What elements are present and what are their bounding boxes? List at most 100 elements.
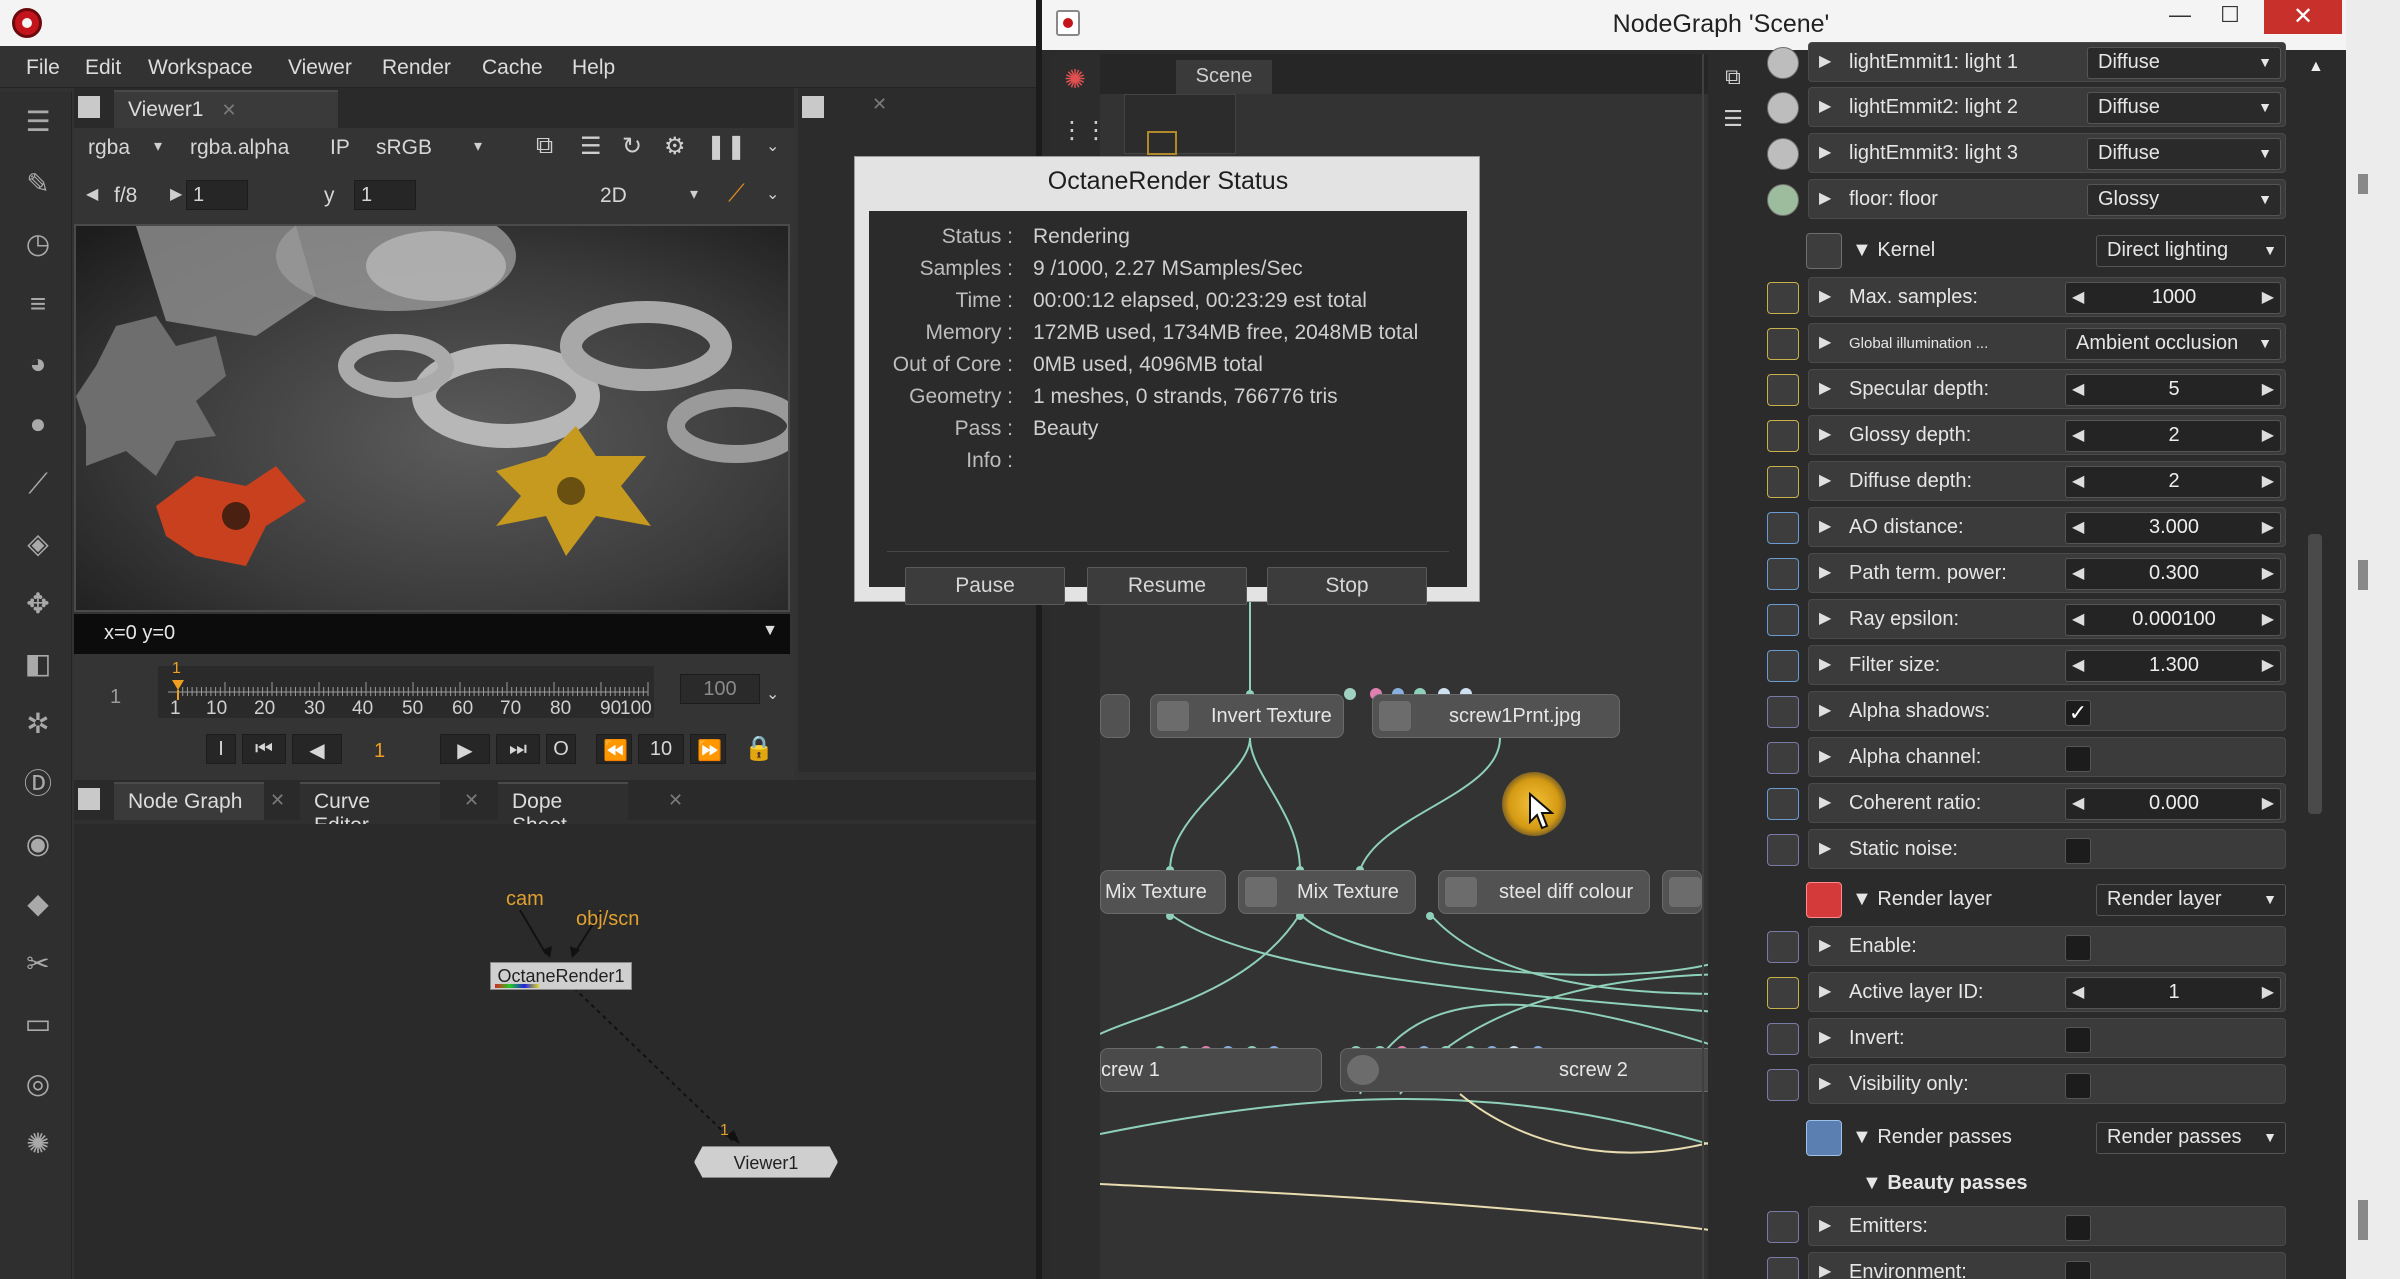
scene-node-steel-diff-colour[interactable]: steel diff colour [1438, 870, 1650, 914]
scroll-up-icon[interactable]: ▲ [2308, 58, 2324, 76]
circle-icon[interactable]: ● [22, 408, 54, 440]
pause-button[interactable]: Pause [905, 567, 1065, 605]
kernel-section-header[interactable]: ▼ Kernel Direct lighting ▼ [1806, 231, 2330, 271]
render-layer-dropdown[interactable]: Render layer ▼ [2096, 884, 2286, 916]
close-icon[interactable]: ✕ [464, 790, 479, 811]
swirl-icon[interactable]: ✺ [22, 1128, 54, 1160]
value-spinner[interactable]: ◀ 0.000100 ▶ [2065, 604, 2281, 636]
increment-icon[interactable]: ▶ [2262, 793, 2274, 813]
frame-start[interactable]: 1 [110, 686, 121, 709]
expand-icon[interactable]: ▶ [1819, 188, 1831, 208]
menu-cache[interactable]: Cache [482, 56, 543, 80]
close-icon[interactable]: ✕ [872, 94, 887, 115]
edge-handle[interactable] [2358, 1200, 2368, 1240]
property-row[interactable]: ▶ Glossy depth: ◀ 2 ▶ [1767, 415, 2286, 455]
value-spinner[interactable]: ◀ 1.300 ▶ [2065, 650, 2281, 682]
scene-node-invert-texture[interactable]: Invert Texture [1150, 694, 1344, 738]
ip-toggle[interactable]: IP [330, 136, 350, 160]
increment-icon[interactable]: ▶ [2262, 563, 2274, 583]
maximize-button[interactable]: ☐ [2210, 2, 2250, 32]
refresh-icon[interactable]: ↻ [622, 132, 642, 161]
scene-node-mix-texture-2[interactable]: Mix Texture [1238, 870, 1416, 914]
tab-curve-editor[interactable]: Curve Editor [300, 782, 440, 837]
parameter-checkbox[interactable] [2065, 1073, 2091, 1099]
value-spinner[interactable]: ◀ 1000 ▶ [2065, 282, 2281, 314]
property-row[interactable]: ▶ Specular depth: ◀ 5 ▶ [1767, 369, 2286, 409]
menu-render[interactable]: Render [382, 56, 451, 80]
channels-select[interactable]: rgba [88, 136, 130, 160]
menu-viewer[interactable]: Viewer [288, 56, 352, 80]
expand-icon[interactable]: ▶ [1819, 608, 1831, 628]
render-layer-section-header[interactable]: ▼ Render layer Render layer ▼ [1806, 880, 2330, 920]
scene-node-mix-texture-1[interactable]: Mix Texture [1100, 870, 1226, 914]
panel-grip[interactable] [802, 96, 824, 118]
value-spinner[interactable]: ◀ 0.000 ▶ [2065, 788, 2281, 820]
value-spinner[interactable]: ◀ 3.000 ▶ [2065, 512, 2281, 544]
nodegraph-canvas[interactable]: cam obj/scn OctaneRender1 1 Viewer1 [74, 824, 1036, 1279]
viewer1-node[interactable]: Viewer1 [694, 1146, 838, 1178]
prev-keyframe-icon[interactable]: ⏮ [242, 734, 286, 764]
transform-icon[interactable]: ✥ [22, 588, 54, 620]
list-icon[interactable]: ☰ [580, 132, 602, 161]
tools-icon[interactable]: ✂ [22, 948, 54, 980]
octane-render-node[interactable]: OctaneRender1 [490, 962, 632, 990]
expand-icon[interactable]: ▶ [1819, 378, 1831, 398]
parameter-checkbox[interactable] [2065, 838, 2091, 864]
panel-grip[interactable] [78, 96, 100, 118]
expand-icon[interactable]: ▶ [1819, 424, 1831, 444]
expand-icon[interactable]: ▶ [1819, 792, 1831, 812]
close-icon[interactable]: ✕ [270, 790, 285, 811]
property-row[interactable]: ▶ Global illumination ... Ambient occlusio… [1767, 323, 2286, 363]
in-point-button[interactable]: I [206, 734, 236, 764]
wand-icon[interactable]: ⟋ [728, 180, 745, 208]
menu-file[interactable]: File [26, 56, 60, 80]
channel-icon[interactable]: ≡ [22, 288, 54, 320]
property-row[interactable]: ▶ Diffuse depth: ◀ 2 ▶ [1767, 461, 2286, 501]
increment-icon[interactable]: ▶ [2262, 609, 2274, 629]
parameter-checkbox[interactable] [2065, 935, 2091, 961]
out-point-button[interactable]: O [546, 734, 576, 764]
expand-icon[interactable]: ▶ [1819, 1073, 1831, 1093]
property-row[interactable]: ▶ Environment: [1767, 1252, 2286, 1279]
property-row[interactable]: ▶ Coherent ratio: ◀ 0.000 ▶ [1767, 783, 2286, 823]
property-row[interactable]: ▶ Filter size: ◀ 1.300 ▶ [1767, 645, 2286, 685]
value-spinner[interactable]: ◀ 1 ▶ [2065, 977, 2281, 1009]
light-row[interactable]: ▶ floor: floor Glossy ▼ [1767, 179, 2286, 219]
skip-forward-icon[interactable]: ⏩ [690, 734, 726, 764]
expand-icon[interactable]: ▶ [1819, 96, 1831, 116]
octane-icon[interactable]: ◎ [22, 1068, 54, 1100]
parameter-checkbox[interactable] [2065, 1027, 2091, 1053]
chevron-left-icon[interactable]: ◀ [86, 184, 98, 204]
chevron-double-down-icon[interactable]: ⌄ [766, 184, 779, 204]
tab-node-graph[interactable]: Node Graph [114, 782, 264, 820]
light-type-dropdown[interactable]: Diffuse ▼ [2087, 138, 2281, 170]
expand-icon[interactable]: ▶ [1819, 332, 1831, 352]
increment-icon[interactable]: ▶ [2262, 379, 2274, 399]
chevron-down-icon[interactable]: ▾ [690, 184, 698, 204]
property-row[interactable]: ▶ Ray epsilon: ◀ 0.000100 ▶ [1767, 599, 2286, 639]
parameter-checkbox[interactable] [2065, 1261, 2091, 1279]
expand-icon[interactable]: ▶ [1819, 470, 1831, 490]
chevron-down-icon[interactable]: ▾ [474, 136, 482, 156]
gain-field[interactable]: 1 [186, 180, 248, 210]
paint-icon[interactable]: ✎ [22, 168, 54, 200]
step-field[interactable]: 10 [638, 734, 684, 764]
octane-logo-icon[interactable]: ✺ [1060, 64, 1090, 94]
lock-icon[interactable]: 🔒 [744, 734, 774, 763]
expand-icon[interactable]: ▶ [1819, 1215, 1831, 1235]
next-keyframe-icon[interactable]: ⏭ [496, 734, 540, 764]
expand-icon[interactable]: ▶ [1819, 286, 1831, 306]
light-row[interactable]: ▶ lightEmmit2: light 2 Diffuse ▼ [1767, 87, 2286, 127]
increment-icon[interactable]: ▶ [2262, 982, 2274, 1002]
value-spinner[interactable]: ◀ 2 ▶ [2065, 466, 2281, 498]
light-row[interactable]: ▶ lightEmmit3: light 3 Diffuse ▼ [1767, 133, 2286, 173]
properties-list-icon[interactable]: ☰ [1718, 106, 1748, 134]
filter-icon[interactable]: ⟋ [22, 468, 54, 500]
skip-back-icon[interactable]: ⏪ [596, 734, 632, 764]
viewer-tool-icon[interactable]: ☰ [22, 106, 54, 138]
parameter-checkbox[interactable] [2065, 746, 2091, 772]
property-row[interactable]: ▶ Visibility only: [1767, 1064, 2286, 1104]
menu-workspace[interactable]: Workspace [148, 56, 253, 80]
menu-help[interactable]: Help [572, 56, 615, 80]
chevron-right-icon[interactable]: ▶ [170, 184, 182, 204]
